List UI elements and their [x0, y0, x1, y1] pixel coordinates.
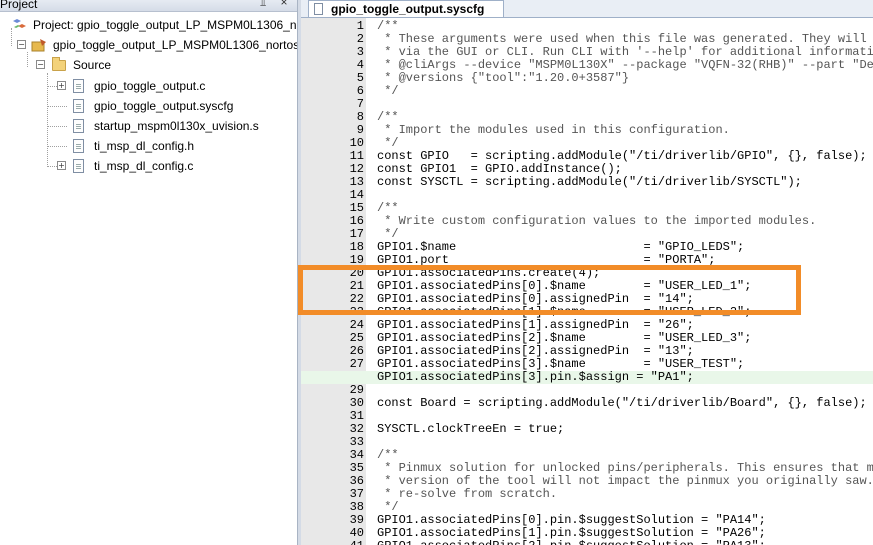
file-icon	[73, 79, 84, 93]
pin-icon[interactable]: ⫫	[260, 0, 266, 10]
line-number: 3	[356, 45, 364, 59]
line-number-gutter: 1 2 3 4 5 6 7 8 9 10 11 12 13 14 15 16 17 18 19 20 21 22 23 24 2…	[301, 18, 366, 545]
tree-item-file[interactable]: ti_msp_dl_config.h	[0, 137, 297, 155]
line-number: 7	[356, 97, 364, 111]
line-number: 1	[356, 19, 364, 33]
editor-area: gpio_toggle_output.syscfg 1 2 3 4 5 6 7 8 9 10 11 1…	[301, 0, 873, 545]
target-label: gpio_toggle_output_LP_MSPM0L1306_nortos_	[53, 38, 297, 52]
tab-gpio-toggle-output-syscfg[interactable]: gpio_toggle_output.syscfg	[308, 0, 504, 17]
file-label: gpio_toggle_output.syscfg	[94, 99, 234, 113]
code-line[interactable]: GPIO1.associatedPins[2].pin.$suggestSolu…	[377, 540, 873, 545]
file-label: gpio_toggle_output.c	[94, 79, 206, 93]
collapse-icon[interactable]: −	[17, 40, 26, 49]
source-folder-label: Source	[73, 58, 112, 72]
code-line[interactable]: * Import the modules used in this config…	[377, 124, 873, 137]
project-panel: Project ⫫ × Project: gpio_toggle_output_…	[0, 0, 297, 545]
project-label: Project: gpio_toggle_output_LP_MSPM0L130…	[33, 18, 297, 32]
project-panel-title: Project	[0, 0, 38, 11]
line-number: 2	[356, 32, 364, 46]
file-icon	[73, 159, 84, 173]
code-line[interactable]: * re-solve from scratch.	[377, 488, 873, 501]
project-icon	[12, 18, 26, 32]
tree-item-file[interactable]: + ti_msp_dl_config.c	[0, 157, 297, 175]
code-editor[interactable]: 1 2 3 4 5 6 7 8 9 10 11 12 13 14 15 16 17 18 19 20 21 22 23 24 2…	[301, 18, 873, 545]
tree-item-target[interactable]: − gpio_toggle_output_LP_MSPM0L1306_norto…	[0, 36, 297, 54]
line-number: 6	[356, 84, 364, 98]
file-icon	[314, 3, 323, 15]
code-text[interactable]: /** * These arguments were used when thi…	[301, 20, 873, 545]
code-line[interactable]	[377, 436, 873, 449]
code-line[interactable]: SYSCTL.clockTreeEn = true;	[377, 423, 873, 436]
code-line[interactable]: const SYSCTL = scripting.addModule("/ti/…	[377, 176, 873, 189]
file-label: startup_mspm0l130x_uvision.s	[94, 119, 259, 133]
tree-item-file[interactable]: startup_mspm0l130x_uvision.s	[0, 117, 297, 135]
editor-tab-strip: gpio_toggle_output.syscfg	[301, 0, 873, 18]
tree-item-project[interactable]: Project: gpio_toggle_output_LP_MSPM0L130…	[0, 16, 297, 34]
file-label: ti_msp_dl_config.c	[94, 159, 194, 173]
tree-item-file[interactable]: + gpio_toggle_output.c	[0, 77, 297, 95]
line-number: 4	[356, 58, 364, 72]
file-label: ti_msp_dl_config.h	[94, 139, 195, 153]
expand-icon[interactable]: +	[57, 81, 66, 90]
project-panel-header: Project ⫫ ×	[0, 0, 297, 12]
code-line[interactable]	[377, 189, 873, 202]
code-line[interactable]	[377, 98, 873, 111]
file-icon	[73, 119, 84, 133]
expand-icon[interactable]: +	[57, 161, 66, 170]
close-icon[interactable]: ×	[277, 0, 291, 8]
code-line[interactable]: */	[377, 85, 873, 98]
code-line[interactable]: GPIO1.associatedPins[3].pin.$assign = "P…	[301, 371, 873, 384]
tree-item-file[interactable]: gpio_toggle_output.syscfg	[0, 97, 297, 115]
collapse-icon[interactable]: −	[36, 60, 45, 69]
line-numbers: 1 2 3 4 5 6 7 8 9 10 11 12 13 14 15 16 17 18 19 20 21 22 23 24 2…	[301, 20, 364, 545]
tab-label: gpio_toggle_output.syscfg	[331, 2, 485, 16]
line-number: 41	[301, 540, 364, 545]
line-number: 5	[356, 71, 364, 85]
code-line[interactable]: * @versions {"tool":"1.20.0+3587"}	[377, 72, 873, 85]
tree-item-source-folder[interactable]: − Source	[0, 56, 297, 74]
line-number: 8	[356, 110, 364, 124]
code-line[interactable]: * Write custom configuration values to t…	[377, 215, 873, 228]
code-line[interactable]: const Board = scripting.addModule("/ti/d…	[377, 397, 873, 410]
target-folder-icon	[31, 38, 46, 52]
file-icon	[73, 99, 84, 113]
file-icon	[73, 139, 84, 153]
folder-open-icon	[52, 57, 66, 71]
